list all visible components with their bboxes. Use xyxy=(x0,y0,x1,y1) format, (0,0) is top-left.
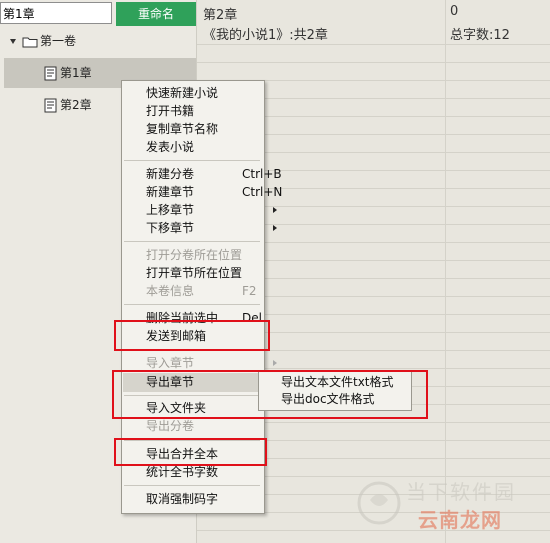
chapter-label: 第2章 xyxy=(60,98,92,112)
current-chapter-title: 第2章 xyxy=(203,8,238,23)
menu-item-move-chapter-down[interactable]: 下移章节 xyxy=(146,219,277,237)
rename-input[interactable] xyxy=(0,2,112,24)
folder-icon xyxy=(22,37,38,47)
menu-item-label: 打开章节所在位置 xyxy=(146,266,243,280)
watermark-text-top: 当下软件园 xyxy=(406,480,516,504)
menu-item-label: 导出分卷 xyxy=(146,419,195,433)
menu-item-new-volume[interactable]: 新建分卷 Ctrl+B xyxy=(146,165,282,183)
document-icon xyxy=(44,98,57,113)
novel-summary: 《我的小说1》:共2章 xyxy=(203,28,328,43)
menu-item-label: 打开书籍 xyxy=(146,104,195,118)
menu-item-open-volume-location[interactable]: 打开分卷所在位置 xyxy=(146,246,242,264)
document-icon xyxy=(44,66,57,81)
menu-separator xyxy=(124,304,260,305)
menu-item-label: 统计全书字数 xyxy=(146,465,219,479)
watermark-text-bottom: 云南龙网 xyxy=(418,508,502,532)
submenu-arrow-icon xyxy=(273,360,277,366)
watermark-emblem-icon xyxy=(357,481,401,525)
menu-item-export-volume[interactable]: 导出分卷 xyxy=(146,417,194,435)
menu-item-label: 新建分卷 xyxy=(146,167,195,181)
menu-item-cancel-forced-typing[interactable]: 取消强制码字 xyxy=(146,490,218,508)
menu-item-shortcut: F2 xyxy=(242,284,257,298)
menu-separator xyxy=(124,241,260,242)
menu-item-label: 下移章节 xyxy=(146,221,195,235)
tree-chapter-node[interactable]: 第2章 xyxy=(44,94,92,116)
menu-item-shortcut: Ctrl+B xyxy=(242,167,282,181)
menu-item-label: 上移章节 xyxy=(146,203,195,217)
menu-item-shortcut: Ctrl+N xyxy=(242,185,283,199)
watermark-logo: 当下软件园 云南龙网 xyxy=(356,470,546,538)
menu-item-quick-new-novel[interactable]: 快速新建小说 xyxy=(146,84,218,102)
highlight-box xyxy=(114,438,267,466)
menu-item-label: 发表小说 xyxy=(146,140,195,154)
volume-label: 第一卷 xyxy=(40,34,77,48)
submenu-arrow-icon xyxy=(273,225,277,231)
rename-button[interactable]: 重命名 xyxy=(116,2,196,26)
menu-item-open-book[interactable]: 打开书籍 xyxy=(146,102,194,120)
menu-item-open-chapter-location[interactable]: 打开章节所在位置 xyxy=(146,264,242,282)
menu-item-label: 新建章节 xyxy=(146,185,195,199)
menu-item-label: 打开分卷所在位置 xyxy=(146,248,243,262)
menu-item-label: 导入章节 xyxy=(146,356,195,370)
menu-item-move-chapter-up[interactable]: 上移章节 xyxy=(146,201,277,219)
menu-item-label: 取消强制码字 xyxy=(146,492,219,506)
menu-item-label: 复制章节名称 xyxy=(146,122,219,136)
tree-volume-node[interactable]: 第一卷 xyxy=(10,30,76,52)
word-count: 总字数:12 xyxy=(450,28,510,43)
expand-arrow-icon[interactable] xyxy=(10,39,16,44)
submenu-arrow-icon xyxy=(273,207,277,213)
chapter-label: 第1章 xyxy=(60,66,92,80)
chapter-number: 0 xyxy=(450,4,459,19)
highlight-box xyxy=(114,320,270,351)
menu-item-copy-chapter-name[interactable]: 复制章节名称 xyxy=(146,120,218,138)
menu-item-new-chapter[interactable]: 新建章节 Ctrl+N xyxy=(146,183,282,201)
menu-item-volume-info[interactable]: 本卷信息 F2 xyxy=(146,282,257,300)
highlight-box xyxy=(112,370,428,419)
menu-item-label: 本卷信息 xyxy=(146,284,195,298)
menu-item-label: 快速新建小说 xyxy=(146,86,219,100)
menu-separator xyxy=(124,485,260,486)
menu-item-publish-novel[interactable]: 发表小说 xyxy=(146,138,194,156)
menu-separator xyxy=(124,160,260,161)
